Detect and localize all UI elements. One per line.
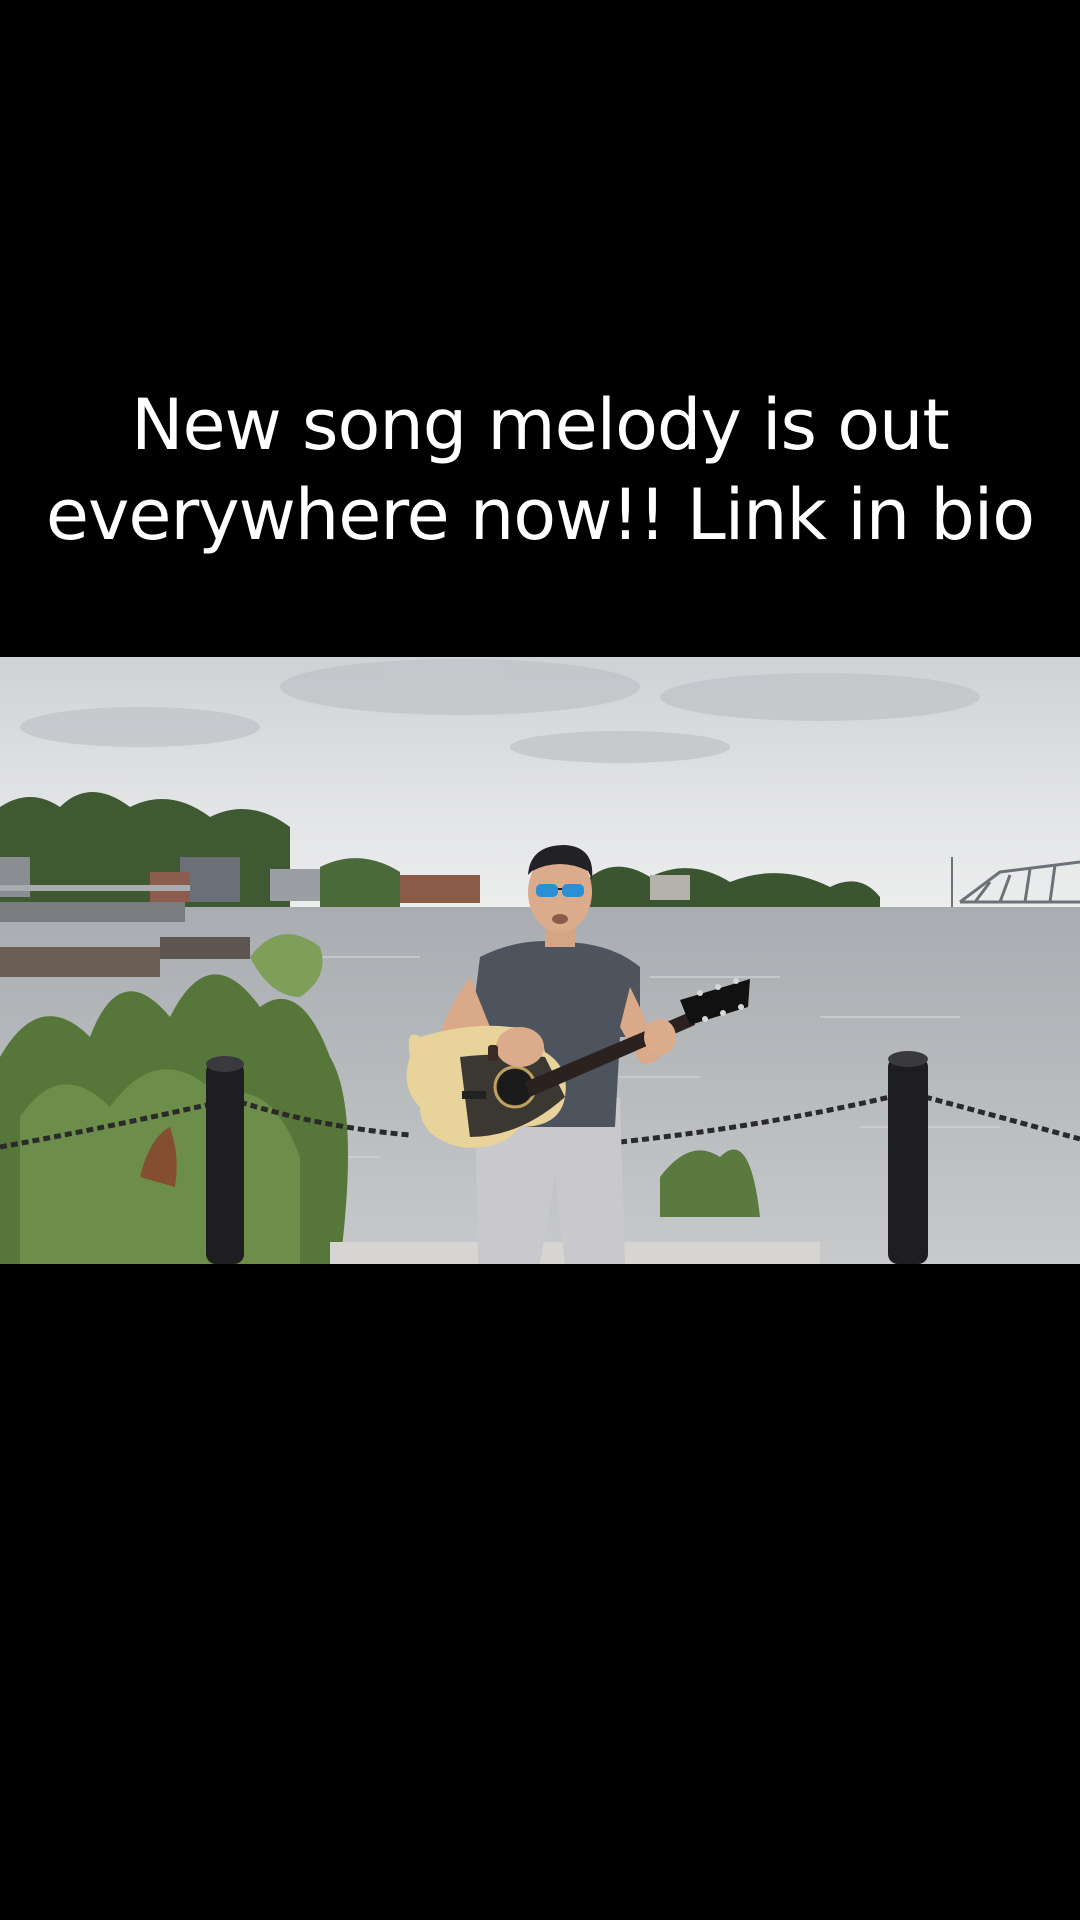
video-caption: New song melody is out everywhere now!! … — [45, 384, 1035, 556]
video-frame[interactable] — [0, 657, 1080, 1264]
video-screen[interactable]: New song melody is out everywhere now!! … — [0, 0, 1080, 1920]
